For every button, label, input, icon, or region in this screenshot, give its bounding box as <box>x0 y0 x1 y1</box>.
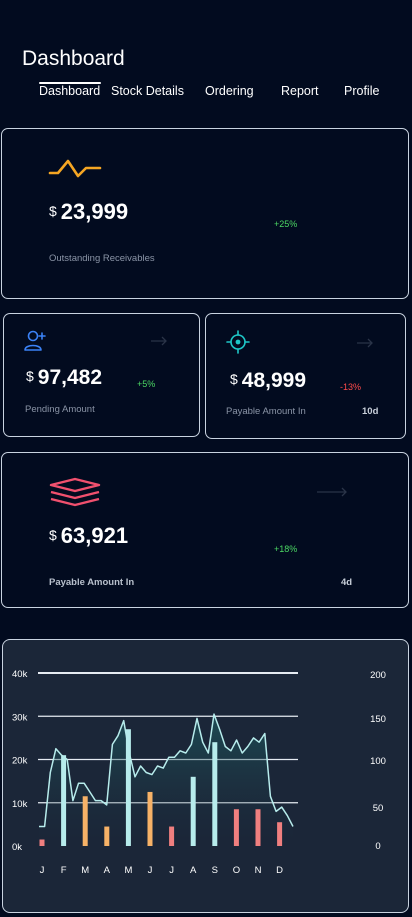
target-icon <box>226 330 250 354</box>
payable-small-amount: $48,999 <box>230 369 306 393</box>
x-axis-tick: O <box>233 865 240 876</box>
x-axis-tick: J <box>169 865 174 876</box>
bar-2 <box>82 796 88 846</box>
x-axis-tick: M <box>81 865 89 876</box>
bar-9 <box>233 809 239 846</box>
currency-symbol: $ <box>49 203 57 219</box>
receivables-amount-value: 23,999 <box>60 199 129 224</box>
tab-stock-details[interactable]: Stock Details <box>111 84 184 98</box>
bar-8 <box>212 742 218 846</box>
receivables-label: Outstanding Receivables <box>49 253 155 264</box>
y-axis-left-tick: 40k <box>12 669 28 680</box>
receivables-change: +25% <box>274 219 298 229</box>
payable-small-label: Payable Amount In <box>226 406 306 417</box>
payable-small-change: -13% <box>340 382 362 392</box>
payable-card-large[interactable]: $63,921 +18% Payable Amount In 4d <box>1 452 409 608</box>
payable-large-label: Payable Amount In <box>49 577 135 588</box>
layers-icon <box>49 477 101 507</box>
chart-card: 0k 10k 20k 30k 40k 0 50 100 150 200 J F M A M J J A S O N D <box>2 639 409 913</box>
payable-small-amount-value: 48,999 <box>241 369 307 392</box>
pending-change: +5% <box>137 379 156 389</box>
pending-amount-value: 97,482 <box>37 366 103 389</box>
currency-symbol: $ <box>26 368 34 384</box>
tab-report[interactable]: Report <box>281 84 319 98</box>
receivables-amount: $23,999 <box>49 199 128 225</box>
y-axis-right-tick: 200 <box>370 670 386 681</box>
bar-3 <box>104 826 110 846</box>
bar-6 <box>169 826 175 846</box>
x-axis-tick: J <box>148 865 153 876</box>
tab-dashboard[interactable]: Dashboard <box>39 84 100 98</box>
pending-label: Pending Amount <box>25 404 95 415</box>
currency-symbol: $ <box>230 371 238 387</box>
bar-10 <box>255 809 261 846</box>
bar-1 <box>61 755 67 846</box>
payable-card-small[interactable]: $48,999 -13% Payable Amount In 10d <box>205 313 406 439</box>
y-axis-right-tick: 100 <box>370 756 386 767</box>
tab-bar: Dashboard Stock Details Ordering Report … <box>0 82 412 102</box>
bar-11 <box>277 822 283 846</box>
y-axis-right-tick: 0 <box>375 841 380 852</box>
combo-chart: 0k 10k 20k 30k 40k 0 50 100 150 200 J F M A M J J A S O N D <box>12 669 386 876</box>
bar-5 <box>147 791 153 846</box>
x-axis-tick: J <box>40 865 45 876</box>
y-axis-right-tick: 150 <box>370 714 386 725</box>
bar-0 <box>39 839 45 846</box>
x-axis-tick: N <box>255 865 262 876</box>
bar-7 <box>190 776 196 846</box>
payable-large-days: 4d <box>341 577 353 588</box>
currency-symbol: $ <box>49 527 57 543</box>
y-axis-left-tick: 10k <box>12 799 28 810</box>
pending-card[interactable]: $97,482 +5% Pending Amount <box>3 313 200 437</box>
add-user-icon <box>24 330 46 351</box>
y-axis-left-tick: 20k <box>12 756 28 767</box>
payable-large-change: +18% <box>274 544 298 554</box>
pending-amount: $97,482 <box>26 366 102 390</box>
arrow-right-icon[interactable] <box>316 487 348 497</box>
payable-large-amount-value: 63,921 <box>60 523 129 548</box>
y-axis-left-tick: 30k <box>12 712 28 723</box>
x-axis-tick: S <box>212 865 218 876</box>
page-title: Dashboard <box>22 47 125 70</box>
y-axis-left-tick: 0k <box>12 842 22 853</box>
tab-profile[interactable]: Profile <box>344 84 379 98</box>
arrow-right-icon[interactable] <box>150 336 168 346</box>
x-axis-tick: M <box>124 865 132 876</box>
bar-4 <box>125 729 131 846</box>
arrow-right-icon[interactable] <box>356 338 374 348</box>
x-axis-tick: D <box>276 865 283 876</box>
receivables-card[interactable]: $23,999 +25% Outstanding Receivables <box>1 128 409 299</box>
y-axis-right-tick: 50 <box>373 803 384 814</box>
x-axis-tick: F <box>61 865 67 876</box>
tab-ordering[interactable]: Ordering <box>205 84 254 98</box>
payable-small-days: 10d <box>362 406 379 417</box>
wave-icon <box>48 159 102 178</box>
x-axis-tick: A <box>104 865 111 876</box>
area-fill <box>39 714 293 846</box>
x-axis-tick: A <box>190 865 197 876</box>
payable-large-amount: $63,921 <box>49 523 128 549</box>
